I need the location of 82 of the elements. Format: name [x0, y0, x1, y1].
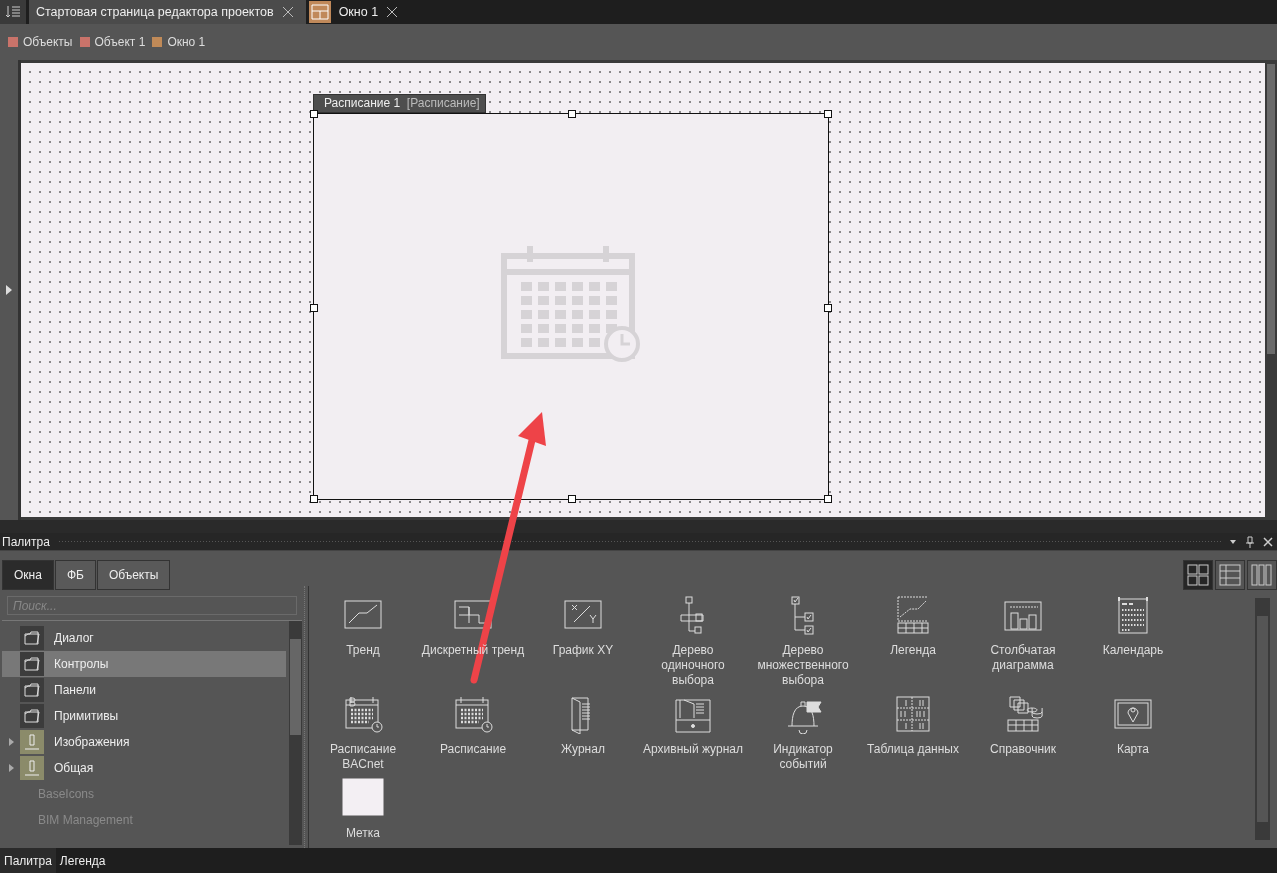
palette-item[interactable]: График XY	[528, 595, 638, 688]
tree-item[interactable]: Контролы	[2, 651, 286, 677]
scrollbar[interactable]	[1255, 598, 1270, 840]
folder-icon	[20, 626, 44, 650]
widget-label: Расписание 1 [Расписание]	[313, 94, 486, 113]
palette-item[interactable]: Календарь	[1078, 595, 1188, 688]
document-tab[interactable]: Стартовая страница редактора проектов	[29, 0, 306, 24]
folder-icon	[20, 678, 44, 702]
dropdown-icon[interactable]	[1229, 538, 1237, 545]
palette-tab[interactable]: Окна	[2, 560, 54, 590]
resize-handle[interactable]	[310, 495, 318, 503]
item-label: Тренд	[345, 643, 381, 658]
expand-icon[interactable]	[8, 764, 14, 772]
library-icon	[20, 756, 44, 780]
item-label: Индикатор событий	[772, 742, 834, 772]
tiles-view-button[interactable]	[1183, 560, 1213, 590]
resize-handle[interactable]	[824, 303, 832, 312]
item-label: Справочник	[989, 742, 1057, 757]
item-label: Дерево множественного выбора	[756, 643, 850, 688]
menu-icon[interactable]	[0, 0, 26, 24]
blank-label-icon	[342, 778, 384, 818]
palette-item[interactable]: Журнал	[528, 694, 638, 772]
palette-item[interactable]: Столбчатая диаграмма	[968, 595, 1078, 688]
folder-icon	[20, 704, 44, 728]
control-icon	[452, 694, 494, 734]
palette-item[interactable]: Карта	[1078, 694, 1188, 772]
palette-item[interactable]: Дерево множественного выбора	[748, 595, 858, 688]
palette-item[interactable]: Таблица данных	[858, 694, 968, 772]
tree-item[interactable]: Панели	[2, 677, 289, 703]
palette-item[interactable]: Архивный журнал	[638, 694, 748, 772]
palette-item[interactable]: Метка	[308, 778, 418, 841]
close-icon[interactable]	[281, 6, 294, 18]
item-label: Журнал	[560, 742, 606, 757]
palette-item[interactable]: Расписание BACnet	[308, 694, 418, 772]
pin-icon[interactable]	[1245, 535, 1255, 548]
table-view-button[interactable]	[1215, 560, 1245, 590]
columns-view-button[interactable]	[1247, 560, 1277, 590]
palette-item[interactable]: Справочник	[968, 694, 1078, 772]
expand-icon[interactable]	[8, 738, 14, 746]
item-label: График XY	[551, 643, 615, 658]
item-label: Архивный журнал	[642, 742, 744, 757]
palette-item[interactable]: Расписание	[418, 694, 528, 772]
panel-title: Палитра	[2, 534, 50, 549]
resize-handle[interactable]	[568, 495, 576, 503]
item-label: Расписание	[438, 742, 508, 757]
calendar-clock-icon	[500, 244, 642, 364]
palette-item[interactable]: Индикатор событий	[748, 694, 858, 772]
item-label: Таблица данных	[866, 742, 960, 757]
item-label: Столбчатая диаграмма	[989, 643, 1057, 673]
control-icon	[342, 694, 384, 734]
item-label: Расписание BACnet	[328, 742, 398, 772]
palette-tab[interactable]: ФБ	[54, 560, 96, 590]
resize-handle[interactable]	[824, 495, 832, 503]
scrollbar[interactable]	[289, 621, 302, 845]
item-label: Карта	[1115, 742, 1151, 757]
palette-item[interactable]: Легенда	[858, 595, 968, 688]
resize-handle[interactable]	[310, 303, 318, 312]
resize-handle[interactable]	[310, 110, 318, 118]
tree-item[interactable]: Диалог	[2, 625, 289, 651]
close-icon[interactable]	[386, 6, 399, 18]
tree-item[interactable]: Общая	[2, 755, 289, 781]
item-label: Легенда	[889, 643, 937, 658]
palette-item[interactable]: Тренд	[308, 595, 418, 688]
close-icon[interactable]	[1263, 536, 1273, 547]
item-label: Метка	[344, 826, 382, 841]
palette-item[interactable]: Дерево одиночного выбора	[638, 595, 748, 688]
folder-icon	[20, 652, 44, 676]
window-grid-icon	[308, 1, 331, 23]
item-label: Календарь	[1101, 643, 1165, 658]
resize-handle[interactable]	[824, 110, 832, 118]
tree-item[interactable]: Примитивы	[2, 703, 289, 729]
library-icon	[20, 730, 44, 754]
resize-handle[interactable]	[568, 110, 576, 118]
breadcrumb-item[interactable]: Объект 1	[79, 35, 146, 49]
palette-tab[interactable]: Объекты	[96, 560, 171, 590]
tree-item[interactable]: Изображения	[2, 729, 289, 755]
panel-tab[interactable]: Палитра	[0, 848, 56, 873]
panel-tab[interactable]: Легенда	[55, 848, 110, 873]
item-label: Дерево одиночного выбора	[660, 643, 726, 688]
breadcrumb-item[interactable]: Объекты	[8, 35, 73, 49]
expand-icon[interactable]	[6, 285, 12, 295]
breadcrumb-item[interactable]: Окно 1	[152, 35, 206, 49]
